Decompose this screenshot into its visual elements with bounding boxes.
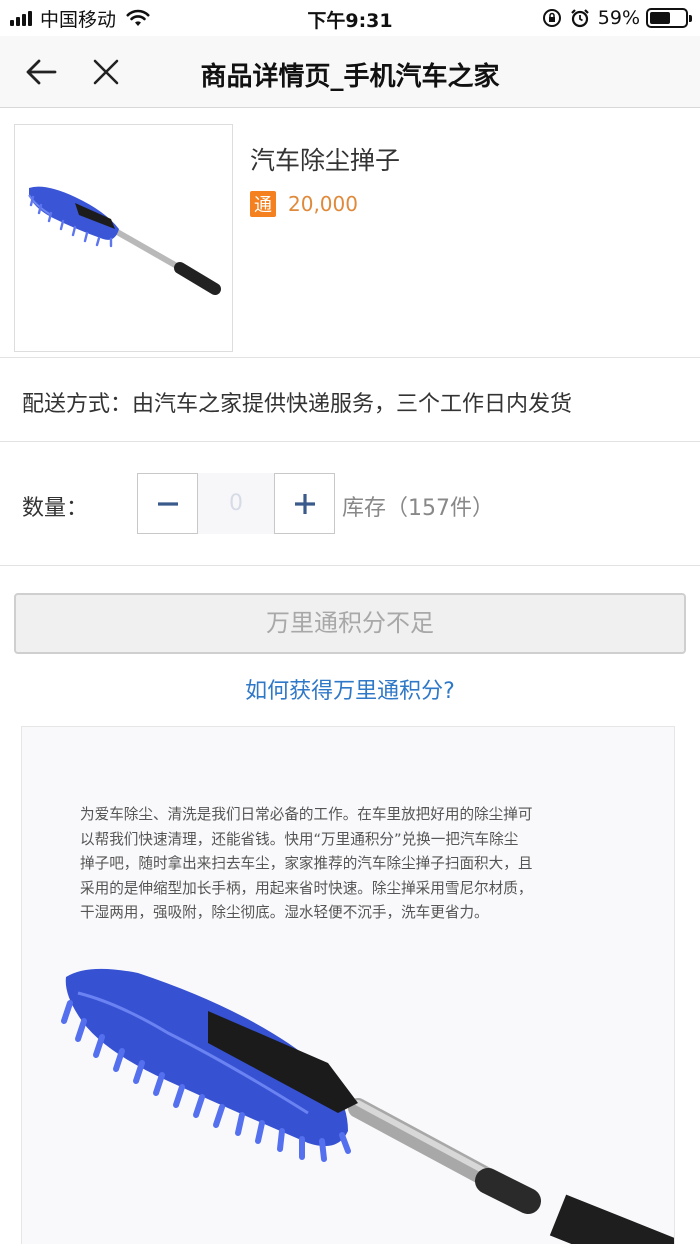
price-row: 通 20,000: [250, 191, 358, 217]
product-thumbnail[interactable]: [14, 124, 233, 352]
quantity-increase-button[interactable]: [274, 473, 335, 534]
quantity-label: 数量：: [22, 496, 89, 521]
rotation-lock-icon: [542, 9, 561, 27]
quantity-decrease-button[interactable]: [137, 473, 198, 534]
back-arrow-icon: [26, 59, 57, 85]
alarm-icon: [570, 9, 589, 28]
battery-percent: 59%: [597, 7, 640, 29]
status-right: 59%: [542, 6, 692, 30]
quantity-input[interactable]: [198, 473, 274, 534]
description-line: 掸子吧，随时拿出来扫去车尘，家家推荐的汽车除尘掸子扫面积大，且: [80, 855, 533, 872]
delivery-text: 配送方式：由汽车之家提供快递服务，三个工作日内发货: [22, 392, 573, 417]
close-button[interactable]: [88, 54, 124, 90]
product-price: 20,000: [288, 192, 358, 216]
quantity-section: 数量： 库存（157件）: [0, 442, 700, 566]
plus-icon: [294, 493, 315, 514]
product-name: 汽车除尘掸子: [250, 146, 401, 175]
car-duster-image: [28, 186, 221, 295]
stock-text: 库存（157件）: [342, 496, 494, 521]
page-title: 商品详情页_手机汽车之家: [200, 62, 500, 92]
minus-icon: [157, 501, 178, 506]
description-text: 为爱车除尘、清洗是我们日常必备的工作。在车里放把好用的除尘掸可 以帮我们快速清理…: [80, 803, 620, 926]
nav-bar: 商品详情页_手机汽车之家: [0, 36, 700, 108]
back-button[interactable]: [22, 54, 60, 90]
battery-icon: [646, 8, 692, 28]
description-line: 以帮我们快速清理，还能省钱。快用“万里通积分”兑换一把汽车除尘: [80, 830, 519, 848]
description-line: 干湿两用，强吸附，除尘彻底。湿水轻便不沉手，洗车更省力。: [80, 904, 489, 921]
description-line: 为爱车除尘、清洗是我们日常必备的工作。在车里放把好用的除尘掸可: [80, 806, 533, 823]
close-icon: [93, 59, 119, 85]
battery-fill: [650, 12, 671, 24]
help-link[interactable]: 如何获得万里通积分?: [0, 673, 700, 705]
status-bar: 中国移动 下午9:31 59%: [0, 0, 700, 36]
product-summary: 汽车除尘掸子 通 20,000: [0, 109, 700, 358]
exchange-button[interactable]: 万里通积分不足: [14, 593, 686, 654]
description-line: 采用的是伸缩型加长手柄，用起来省时快速。除尘掸采用雪尼尔材质，: [80, 879, 533, 897]
points-badge: 通: [250, 191, 276, 217]
car-duster-large-image: [61, 968, 674, 1244]
product-description: 为爱车除尘、清洗是我们日常必备的工作。在车里放把好用的除尘掸可 以帮我们快速清理…: [21, 726, 675, 1244]
delivery-section: 配送方式：由汽车之家提供快递服务，三个工作日内发货: [0, 358, 700, 442]
